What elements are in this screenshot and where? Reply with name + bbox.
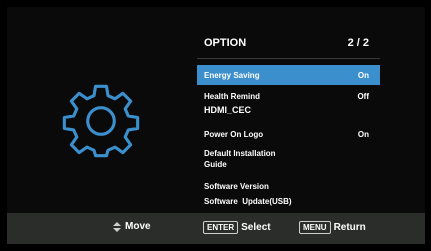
menu-item-value: On xyxy=(357,71,369,80)
menu-item-power-on-logo[interactable]: Power On Logo On xyxy=(197,129,380,141)
hint-return-label: Return xyxy=(333,222,366,233)
menu-item-label: Default Installation Guide xyxy=(204,149,276,169)
menu-item-label: Software Version xyxy=(204,182,269,191)
menu-title: OPTION xyxy=(204,37,247,49)
menu-item-software-update-usb[interactable]: Software Update(USB) xyxy=(197,196,380,208)
menu-item-software-version[interactable]: Software Version xyxy=(197,181,380,193)
tv-osd-screen: OPTION 2 / 2 Energy Saving On Health Rem… xyxy=(7,7,425,244)
menu-item-label: Energy Saving xyxy=(204,71,260,80)
menu-item-label: Health Remind xyxy=(204,92,261,101)
up-down-arrows-icon xyxy=(113,221,121,232)
menu-item-energy-saving[interactable]: Energy Saving On xyxy=(197,65,380,85)
menu-item-health-remind[interactable]: Health Remind Off xyxy=(197,91,380,103)
menu-item-hdmi-cec[interactable]: HDMI_CEC xyxy=(197,105,380,117)
enter-key: ENTER xyxy=(203,221,239,234)
hint-select-label: Select xyxy=(241,222,271,233)
menu-item-label: Software Update(USB) xyxy=(204,197,292,206)
gear-icon xyxy=(62,84,140,158)
menu-divider xyxy=(197,58,380,59)
hint-select: ENTER Select xyxy=(203,221,271,234)
menu-item-label: HDMI_CEC xyxy=(204,105,252,115)
menu-item-default-installation-guide[interactable]: Default Installation Guide xyxy=(197,148,380,170)
hint-return: MENU Return xyxy=(299,221,366,234)
hint-move: Move xyxy=(113,221,151,232)
hint-bar: Move ENTER Select MENU Return xyxy=(7,213,425,244)
menu-item-value: Off xyxy=(357,92,369,101)
option-menu: OPTION 2 / 2 Energy Saving On Health Rem… xyxy=(197,17,393,212)
menu-key: MENU xyxy=(299,221,331,234)
hint-move-label: Move xyxy=(125,221,151,232)
menu-item-value: On xyxy=(357,130,369,139)
menu-page-indicator: 2 / 2 xyxy=(347,37,369,49)
menu-item-label: Power On Logo xyxy=(204,130,264,139)
